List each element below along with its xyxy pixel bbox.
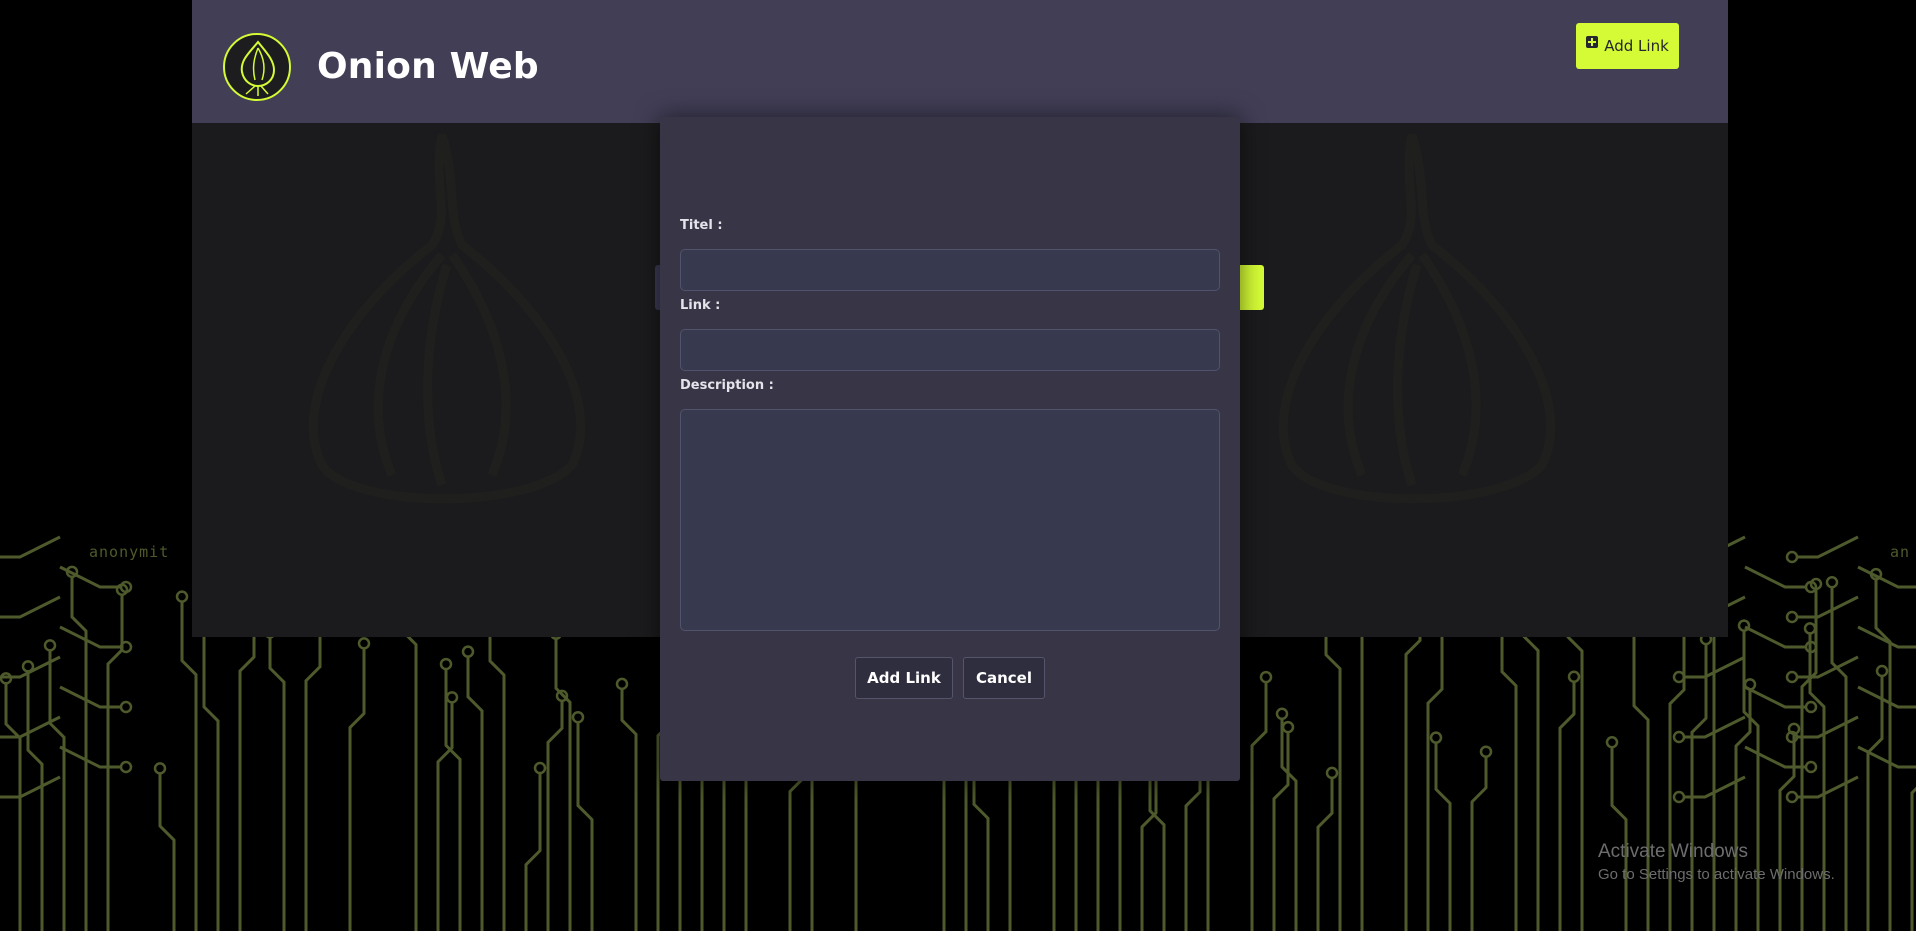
onion-logo-icon[interactable] xyxy=(222,32,292,102)
title-field-label: Titel : xyxy=(680,218,723,233)
site-header: Onion Web Add Link xyxy=(192,0,1728,123)
onion-watermark-left xyxy=(308,133,586,504)
add-link-button-label: Add Link xyxy=(1604,37,1669,55)
brand-title: Onion Web xyxy=(317,46,539,87)
submit-add-link-button[interactable]: Add Link xyxy=(855,657,953,699)
add-link-modal: Titel : Link : Description : Add Link Ca… xyxy=(660,117,1240,781)
link-field[interactable] xyxy=(680,329,1220,371)
cancel-button[interactable]: Cancel xyxy=(963,657,1045,699)
plus-square-icon xyxy=(1586,36,1599,48)
circuit-text-right: an xyxy=(1890,543,1911,561)
circuit-text-left: anonymit xyxy=(89,543,170,561)
add-link-button[interactable]: Add Link xyxy=(1576,23,1679,69)
description-field-label: Description : xyxy=(680,378,774,393)
link-field-label: Link : xyxy=(680,298,721,313)
activate-windows-subtitle: Go to Settings to activate Windows. xyxy=(1598,866,1835,883)
title-field[interactable] xyxy=(680,249,1220,291)
description-field[interactable] xyxy=(680,409,1220,631)
activate-windows-title: Activate Windows xyxy=(1598,841,1748,862)
